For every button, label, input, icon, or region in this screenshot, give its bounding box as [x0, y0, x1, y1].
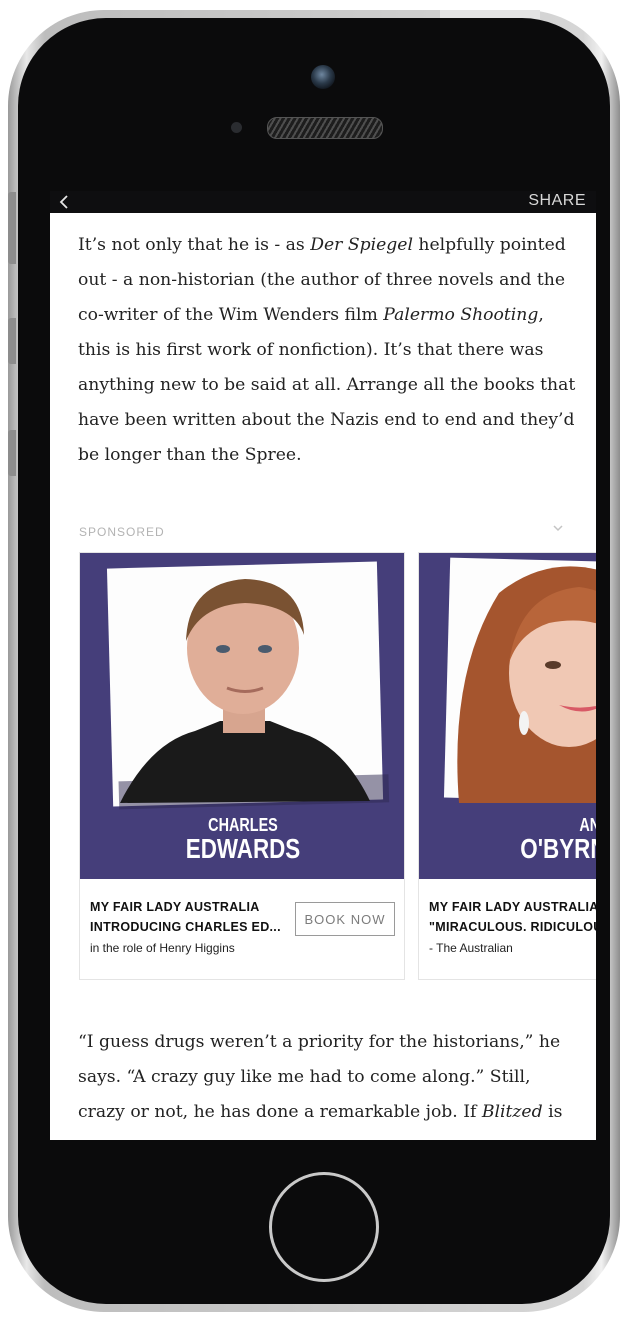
phone-volume-button — [8, 430, 16, 476]
camera-icon — [311, 65, 335, 89]
card-image: CHARLES EDWARDS — [80, 553, 404, 879]
card-title: MY FAIR LADY AUSTRALIA — [90, 900, 260, 914]
card-headline: "MIRACULOUS. RIDICULOUS — [429, 920, 596, 934]
text-run: , this is his first work of nonfiction).… — [78, 305, 576, 465]
book-now-button[interactable]: BOOK NOW — [295, 902, 395, 936]
text-run: is — [542, 1102, 563, 1122]
card-headline: INTRODUCING CHARLES ED... — [90, 920, 281, 934]
text-run: It’s not only that he is - as — [78, 235, 311, 255]
card-image: ANNA O'BYRNE — [419, 553, 596, 879]
speaker-grille — [267, 117, 383, 139]
card-title: MY FAIR LADY AUSTRALIA — [429, 900, 596, 914]
share-button[interactable]: SHARE — [528, 192, 586, 210]
top-bar: SHARE — [50, 191, 596, 213]
sensor-icon — [231, 122, 242, 133]
chevron-left-icon[interactable] — [58, 194, 72, 210]
sponsored-card[interactable]: CHARLES EDWARDS MY FAIR LADY AUSTRALIA I… — [79, 552, 405, 980]
sponsored-card[interactable]: ANNA O'BYRNE MY FAIR LADY AUSTRALIA "MIR… — [418, 552, 596, 980]
article-paragraph: It’s not only that he is - as Der Spiege… — [78, 228, 578, 473]
phone-volume-button — [8, 318, 16, 364]
chevron-down-icon[interactable] — [552, 523, 564, 533]
card-last-name: EDWARDS — [185, 833, 301, 864]
card-description: in the role of Henry Higgins — [90, 941, 235, 955]
card-text: MY FAIR LADY AUSTRALIA INTRODUCING CHARL… — [90, 897, 281, 959]
card-description: - The Australian — [429, 941, 513, 955]
screen: SHARE It’s not only that he is - as Der … — [50, 191, 596, 1140]
card-text: MY FAIR LADY AUSTRALIA "MIRACULOUS. RIDI… — [429, 897, 596, 959]
home-button[interactable] — [269, 1172, 379, 1282]
portrait-photo — [443, 557, 596, 805]
italic-title: Palermo Shooting — [383, 305, 539, 325]
card-last-name: O'BYRNE — [519, 833, 596, 864]
italic-title: Blitzed — [481, 1102, 543, 1122]
phone-side-button — [8, 192, 16, 264]
sponsored-label: SPONSORED — [79, 525, 165, 539]
article-paragraph: “I guess drugs weren’t a priority for th… — [78, 1025, 578, 1130]
italic-title: Der Spiegel — [310, 235, 413, 255]
